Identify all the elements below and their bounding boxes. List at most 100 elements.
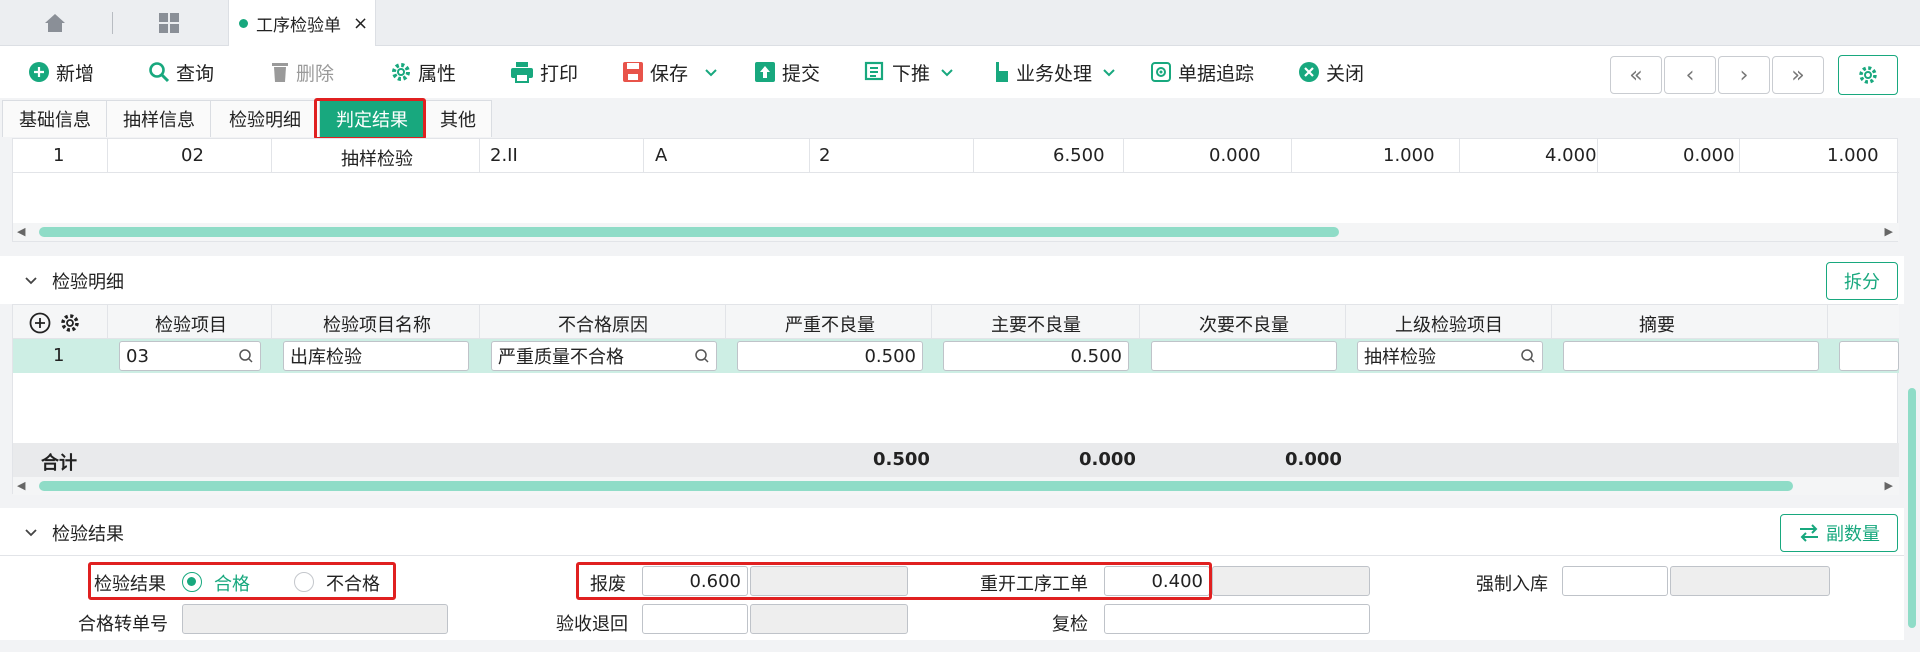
chevron-down-icon[interactable] (1102, 61, 1116, 83)
first-record-button[interactable]: « (1610, 56, 1662, 94)
section-title: 检验明细 (52, 272, 124, 293)
save-button[interactable]: 保存 (622, 46, 718, 98)
submit-label: 提交 (782, 62, 821, 85)
cell: 0.000 (1683, 145, 1735, 166)
inspection-item-name-input[interactable]: 出库检验 (283, 341, 469, 371)
column-header[interactable]: 检验项目 (155, 311, 227, 337)
search-icon[interactable] (694, 348, 710, 364)
prev-record-button[interactable]: ‹ (1664, 56, 1716, 94)
tab-process-inspection[interactable]: 工序检验单 × (228, 0, 376, 46)
scrollbar-thumb[interactable] (39, 481, 1793, 491)
cell: 4.000 (1545, 145, 1597, 166)
input-value: 出库检验 (290, 347, 362, 368)
table-header: 检验项目 检验项目名称 不合格原因 严重不良量 主要不良量 次要不良量 上级检验… (13, 305, 1899, 339)
detail-grid: 检验项目 检验项目名称 不合格原因 严重不良量 主要不良量 次要不良量 上级检验… (12, 304, 1899, 495)
query-button[interactable]: 查询 (148, 46, 214, 98)
delete-button[interactable]: 删除 (270, 46, 334, 98)
split-button[interactable]: 拆分 (1826, 262, 1898, 300)
table-row[interactable]: 1 03 出库检验 严重质量不合格 0.500 0.500 抽样检验 (13, 339, 1899, 373)
tab-basic-info[interactable]: 基础信息 (2, 100, 108, 137)
close-button[interactable]: 关闭 (1298, 46, 1364, 98)
total-main: 0.000 (1079, 449, 1136, 470)
last-record-button[interactable]: » (1772, 56, 1824, 94)
total-label: 合计 (41, 453, 77, 474)
properties-button[interactable]: 属性 (390, 46, 456, 98)
reject-reason-input[interactable]: 严重质量不合格 (491, 341, 717, 371)
column-header[interactable]: 摘要 (1639, 311, 1675, 337)
result-section-toggle[interactable]: 检验结果 (24, 520, 124, 546)
sub-tab-bar: 基础信息 抽样信息 检验明细 判定结果 其他 (0, 98, 1920, 138)
column-header[interactable]: 检验项目名称 (323, 311, 431, 337)
horizontal-scrollbar[interactable]: ◀ ▶ (13, 223, 1899, 241)
detail-section-toggle[interactable]: 检验明细 (24, 268, 124, 294)
sampling-grid: 1 02 抽样检验 2.II A 2 6.500 0.000 1.000 4.0… (12, 138, 1899, 242)
scrollbar-thumb[interactable] (1908, 388, 1916, 628)
chevron-down-icon[interactable] (704, 61, 718, 83)
main-defect-qty-input[interactable]: 0.500 (943, 341, 1129, 371)
tab-other[interactable]: 其他 (424, 100, 492, 137)
column-header[interactable]: 严重不良量 (785, 311, 875, 337)
search-icon[interactable] (238, 348, 254, 364)
gear-icon (392, 63, 410, 81)
force-stock-input[interactable] (1562, 566, 1668, 596)
home-icon[interactable] (42, 10, 68, 36)
print-button[interactable]: 打印 (510, 46, 578, 98)
settings-button[interactable] (1838, 55, 1898, 95)
next-record-button[interactable]: › (1718, 56, 1770, 94)
chevron-down-icon[interactable] (940, 61, 954, 83)
column-header[interactable]: 主要不良量 (991, 311, 1081, 337)
scrollbar-thumb[interactable] (39, 227, 1339, 237)
recheck-label: 复检 (1052, 614, 1088, 635)
tab-close-icon[interactable]: × (353, 13, 368, 34)
cell: 2 (819, 145, 831, 166)
total-minor: 0.000 (1285, 449, 1342, 470)
input-value: 0.500 (1070, 345, 1122, 367)
apps-grid-icon[interactable] (158, 12, 180, 34)
scroll-right-icon[interactable]: ▶ (1885, 225, 1893, 238)
business-process-button[interactable]: 业务处理 (990, 46, 1116, 98)
tab-sampling-info[interactable]: 抽样信息 (106, 100, 212, 137)
summary-input[interactable] (1563, 341, 1819, 371)
scroll-left-icon[interactable]: ◀ (17, 479, 25, 492)
secondary-qty-button[interactable]: 副数量 (1780, 514, 1898, 552)
push-down-icon (864, 61, 884, 81)
seq-cell: 1 (53, 345, 65, 366)
secondary-qty-label: 副数量 (1826, 524, 1880, 545)
return-secondary-field (750, 604, 908, 634)
table-row[interactable]: 1 02 抽样检验 2.II A 2 6.500 0.000 1.000 4.0… (13, 139, 1899, 173)
inspection-item-input[interactable]: 03 (119, 341, 261, 371)
force-stock-secondary-field (1670, 566, 1830, 596)
new-button[interactable]: 新增 (28, 46, 94, 98)
add-row-icon[interactable] (29, 312, 51, 334)
vertical-scrollbar[interactable] (1904, 98, 1920, 652)
minor-defect-qty-input[interactable] (1151, 341, 1337, 371)
parent-item-input[interactable]: 抽样检验 (1357, 341, 1543, 371)
properties-label: 属性 (418, 62, 457, 85)
next-column-input[interactable] (1839, 341, 1899, 371)
active-dot-icon (239, 18, 248, 28)
divider (112, 12, 113, 34)
recheck-input[interactable] (1104, 604, 1370, 634)
search-icon[interactable] (1520, 348, 1536, 364)
scroll-left-icon[interactable]: ◀ (17, 225, 25, 238)
force-stock-label: 强制入库 (1476, 574, 1548, 595)
submit-button[interactable]: 提交 (754, 46, 820, 98)
scroll-right-icon[interactable]: ▶ (1885, 479, 1893, 492)
save-icon (623, 62, 643, 82)
upload-icon (755, 62, 775, 82)
highlight-box (576, 562, 1212, 600)
column-header[interactable]: 次要不良量 (1199, 311, 1289, 337)
return-qty-input[interactable] (642, 604, 748, 634)
push-down-button[interactable]: 下推 (864, 46, 954, 98)
horizontal-scrollbar[interactable]: ◀ ▶ (13, 477, 1899, 495)
double-chevron-right-icon: » (1791, 62, 1805, 88)
detail-section-header: 检验明细 拆分 (0, 256, 1920, 304)
gear-icon[interactable] (59, 312, 81, 334)
column-header[interactable]: 不合格原因 (558, 311, 648, 337)
toolbar: 新增 查询 删除 属性 打印 保存 提交 下推 业务处理 单据追踪 关闭 « ‹… (0, 46, 1920, 98)
save-label: 保存 (650, 62, 689, 85)
document-trace-button[interactable]: 单据追踪 (1150, 46, 1254, 98)
tab-inspection-detail[interactable]: 检验明细 (210, 100, 320, 137)
column-header[interactable]: 上级检验项目 (1395, 311, 1503, 337)
serious-defect-qty-input[interactable]: 0.500 (737, 341, 923, 371)
